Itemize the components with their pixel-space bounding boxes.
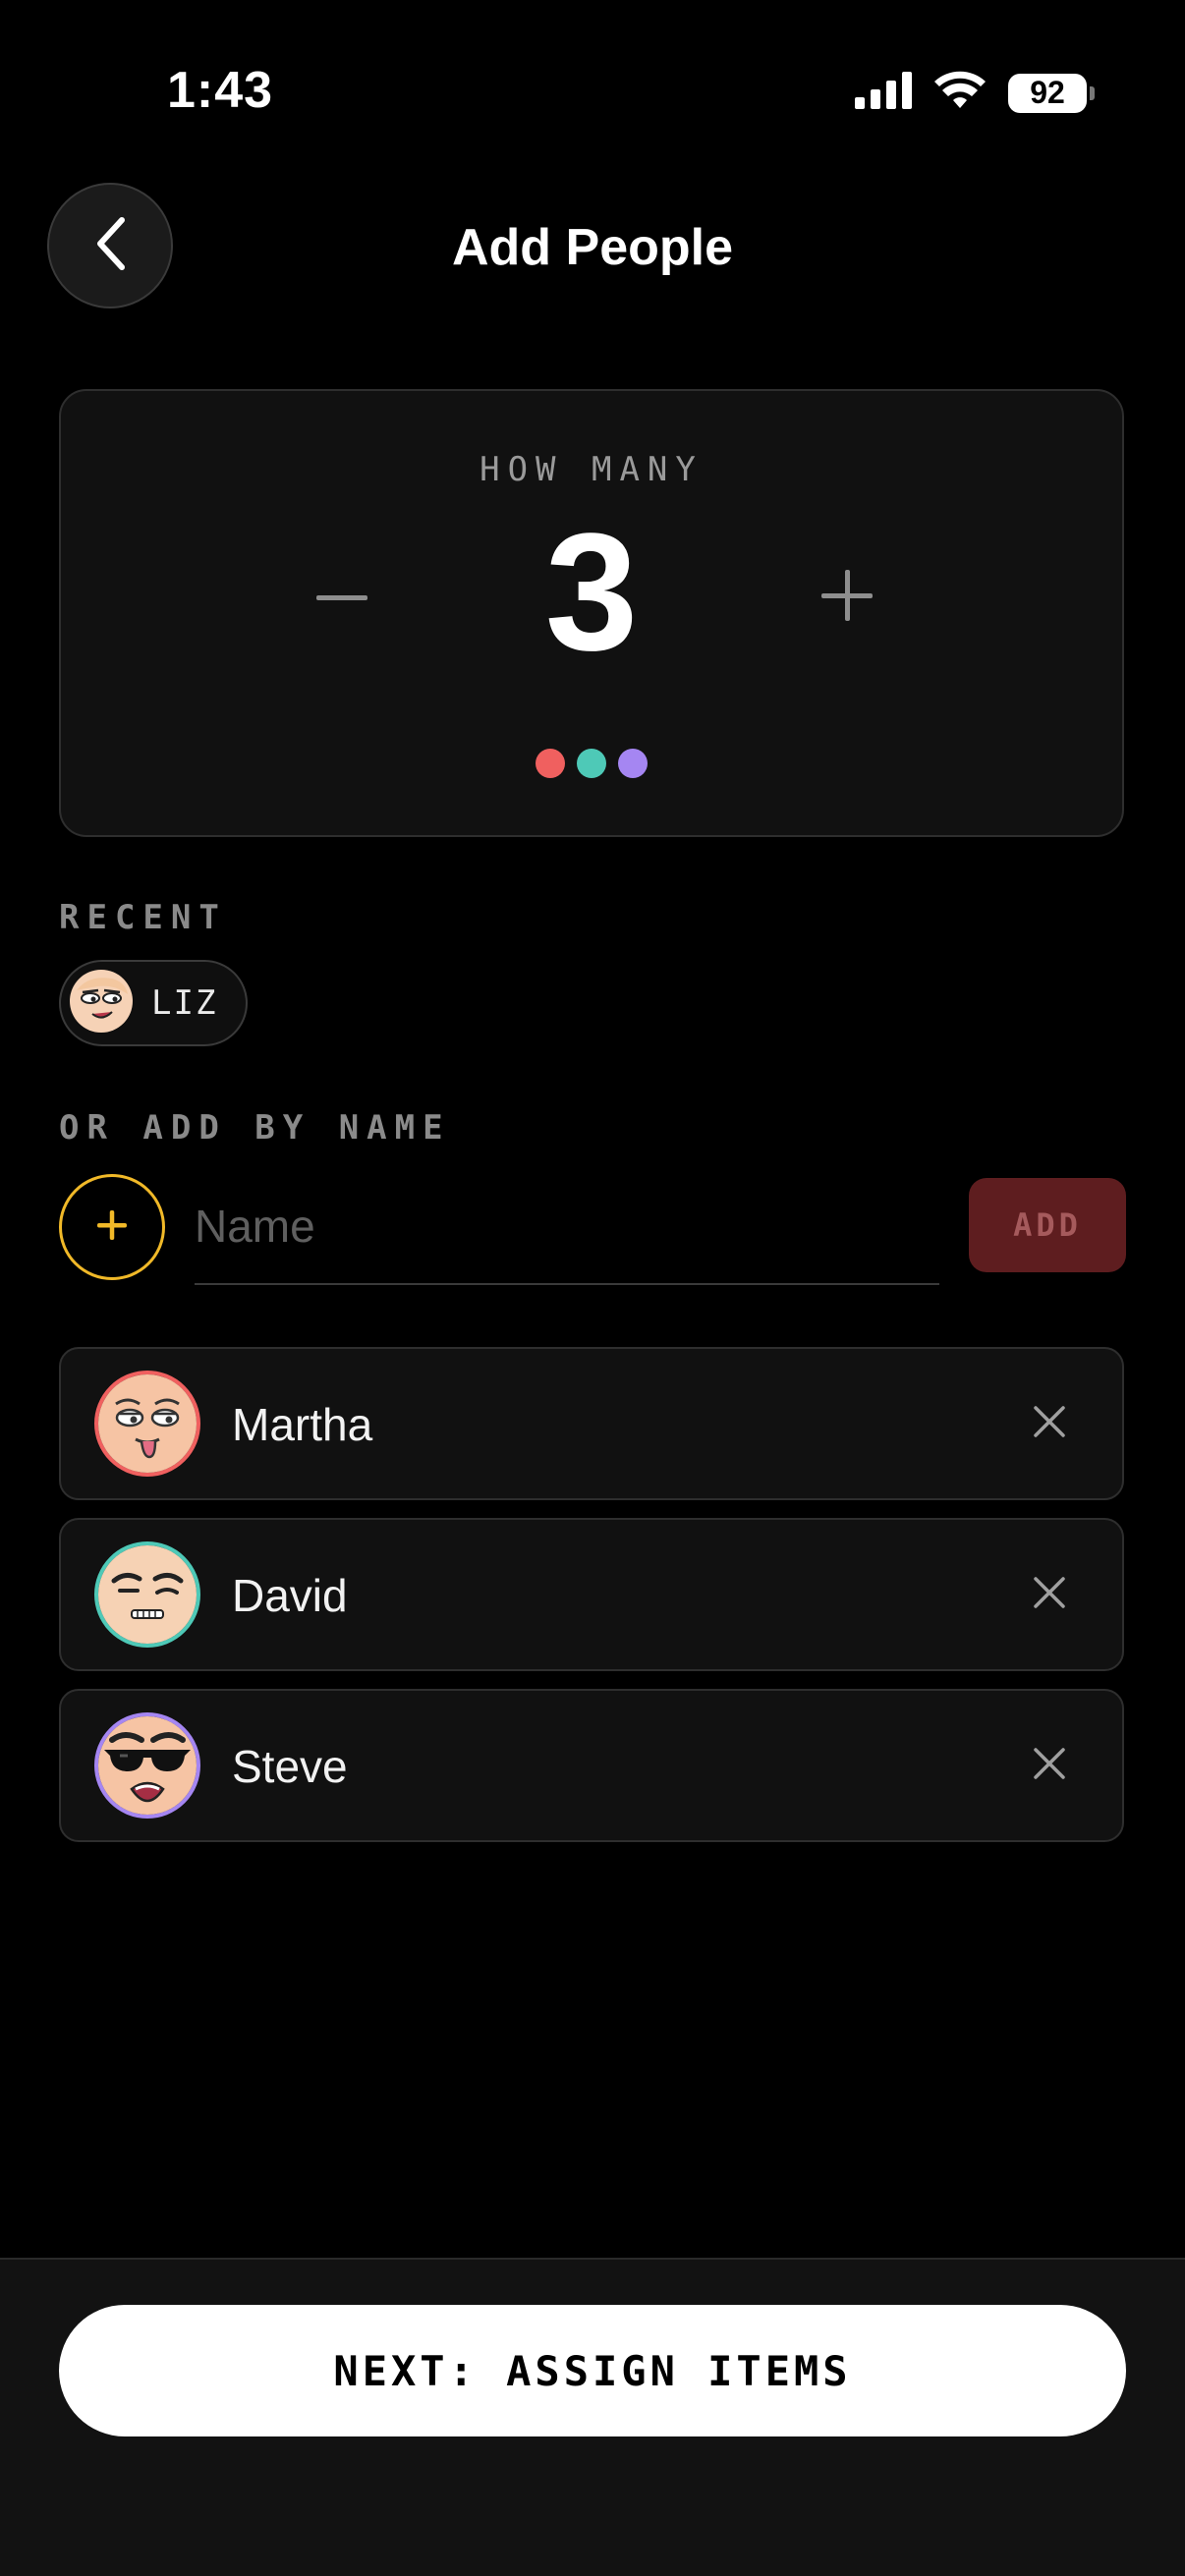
recent-person-name: LIZ	[151, 983, 218, 1023]
add-by-name-label: OR ADD BY NAME	[59, 1108, 451, 1148]
remove-person-button[interactable]	[1020, 1736, 1079, 1795]
plus-icon	[97, 1209, 127, 1245]
avatar	[94, 1371, 200, 1477]
bottom-bar: NEXT: ASSIGN ITEMS	[0, 2258, 1185, 2576]
avatar	[94, 1712, 200, 1819]
count-value: 3	[544, 499, 639, 686]
plus-icon	[821, 569, 873, 626]
person-row: Martha	[59, 1347, 1124, 1500]
battery-level: 92	[1030, 75, 1065, 110]
status-time: 1:43	[167, 62, 274, 119]
recent-label: RECENT	[59, 898, 227, 937]
add-button[interactable]: ADD	[969, 1178, 1126, 1272]
remove-person-button[interactable]	[1020, 1394, 1079, 1453]
battery-icon: 92	[1008, 73, 1095, 113]
status-icons: 92	[855, 71, 1095, 115]
person-dot	[577, 749, 606, 778]
person-color-dots	[61, 749, 1122, 778]
remove-person-button[interactable]	[1020, 1565, 1079, 1624]
close-icon	[1033, 1747, 1066, 1785]
people-count-card: HOW MANY 3	[59, 389, 1124, 837]
name-input[interactable]	[195, 1169, 939, 1285]
add-person-circle-button[interactable]	[59, 1174, 165, 1280]
person-row: David	[59, 1518, 1124, 1671]
person-dot	[536, 749, 565, 778]
person-row: Steve	[59, 1689, 1124, 1842]
add-people-screen: 1:43 92 Add People HOW MANY 3 RECENT LIZ…	[0, 0, 1185, 2576]
recent-person-chip[interactable]: LIZ	[59, 960, 248, 1046]
person-dot	[618, 749, 648, 778]
person-name: Steve	[232, 1741, 348, 1792]
count-label: HOW MANY	[480, 450, 704, 489]
page-title: Add People	[451, 219, 734, 276]
signal-icon	[855, 72, 912, 114]
person-name: Martha	[232, 1399, 373, 1450]
wifi-icon	[933, 71, 987, 115]
increment-button[interactable]	[788, 538, 906, 656]
close-icon	[1033, 1405, 1066, 1443]
close-icon	[1033, 1576, 1066, 1614]
person-name: David	[232, 1570, 348, 1621]
avatar	[94, 1541, 200, 1648]
avatar	[69, 969, 134, 1038]
next-assign-items-button[interactable]: NEXT: ASSIGN ITEMS	[59, 2305, 1126, 2436]
